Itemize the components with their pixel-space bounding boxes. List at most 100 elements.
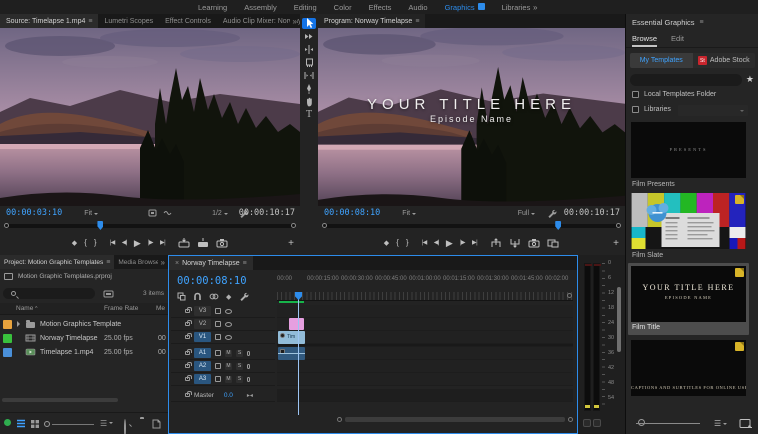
sync-lock-icon[interactable] bbox=[215, 350, 221, 356]
column-frame-rate[interactable]: Frame Rate bbox=[104, 305, 138, 312]
ruler-zoom-handle[interactable] bbox=[567, 293, 572, 298]
fit-track-height-icon[interactable]: ▸◂ bbox=[247, 392, 253, 399]
favorites-star-icon[interactable]: ★ bbox=[746, 74, 754, 85]
track-header-a3[interactable]: A3 M S bbox=[171, 373, 275, 386]
panel-menu-icon[interactable]: ≡ bbox=[415, 18, 419, 25]
lane-v2[interactable] bbox=[277, 318, 573, 331]
voiceover-mic-icon[interactable] bbox=[247, 376, 250, 382]
expand-bin-icon[interactable] bbox=[17, 321, 23, 327]
sort-icon[interactable]: ☰ bbox=[100, 419, 114, 428]
track-header-a2[interactable]: A2 M S bbox=[171, 360, 275, 373]
eg-search-field[interactable] bbox=[630, 74, 742, 142]
mute-button[interactable]: M bbox=[225, 362, 232, 370]
track-output-eye-icon[interactable] bbox=[225, 321, 232, 327]
workspace-tab-color[interactable]: Color bbox=[334, 3, 352, 12]
add-marker-icon[interactable]: ◆ bbox=[226, 293, 231, 301]
go-to-in-button[interactable]: |◀ bbox=[110, 240, 116, 246]
track-target-v1[interactable]: V1 bbox=[194, 332, 211, 342]
sync-lock-icon[interactable] bbox=[215, 321, 221, 327]
go-to-out-button[interactable]: ▶| bbox=[472, 240, 478, 246]
snap-icon[interactable] bbox=[193, 292, 202, 301]
track-target-a2[interactable]: A2 bbox=[194, 361, 211, 371]
install-mogrt-icon[interactable] bbox=[739, 418, 752, 429]
overwrite-button[interactable] bbox=[197, 238, 209, 248]
track-target-v2[interactable]: V2 bbox=[194, 319, 211, 329]
libraries-checkbox[interactable] bbox=[632, 106, 639, 113]
track-header-v1[interactable]: V1 bbox=[171, 331, 275, 344]
pen-tool[interactable] bbox=[302, 83, 316, 94]
settings-wrench-icon[interactable] bbox=[546, 208, 557, 219]
project-breadcrumb[interactable]: Motion Graphic Templates.prproj bbox=[4, 273, 112, 280]
filter-bin-icon[interactable] bbox=[103, 290, 114, 298]
project-row-clip[interactable]: Timelapse 1.mp4 25.00 fps 00 bbox=[0, 345, 168, 359]
scrollbar-zoom-handle-left[interactable] bbox=[337, 417, 342, 422]
tab-sequence-norway-timelapse[interactable]: × Norway Timelapse ≡ bbox=[169, 256, 253, 270]
mark-out-button[interactable]: } bbox=[94, 239, 97, 247]
voiceover-mic-icon[interactable] bbox=[247, 363, 250, 369]
go-to-in-button[interactable]: |◀ bbox=[422, 240, 428, 246]
track-target-v3[interactable]: V3 bbox=[194, 306, 211, 316]
panel-menu-icon[interactable]: ≡ bbox=[243, 260, 247, 267]
new-item-icon[interactable] bbox=[152, 419, 161, 429]
icon-view-button[interactable] bbox=[30, 419, 40, 428]
tab-program-sequence[interactable]: Program: Norway Timelapse ≡ bbox=[318, 14, 426, 28]
lane-v1[interactable] bbox=[277, 331, 573, 344]
active-workspace-menu-icon[interactable] bbox=[477, 2, 485, 10]
track-target-a1[interactable]: A1 bbox=[194, 348, 211, 358]
libraries-dropdown[interactable] bbox=[678, 105, 748, 116]
source-zoom-select[interactable]: Fit bbox=[84, 210, 99, 217]
track-header-v2[interactable]: V2 bbox=[171, 318, 275, 331]
nest-sequences-icon[interactable] bbox=[177, 292, 186, 301]
lane-a3[interactable] bbox=[277, 373, 573, 386]
timeline-settings-icon[interactable] bbox=[238, 291, 249, 302]
razor-tool[interactable] bbox=[302, 57, 316, 68]
lock-icon[interactable] bbox=[185, 349, 192, 355]
program-timecode[interactable]: 00:00:08:10 bbox=[324, 208, 380, 218]
timeline-playhead-line[interactable] bbox=[298, 299, 299, 415]
step-forward-button[interactable]: |▶ bbox=[460, 240, 466, 246]
label-color-chip[interactable] bbox=[3, 319, 12, 329]
track-output-eye-icon[interactable] bbox=[225, 308, 232, 314]
project-row-sequence[interactable]: Norway Timelapse 25.00 fps 00 bbox=[0, 331, 168, 345]
lift-button[interactable] bbox=[490, 238, 502, 248]
item-name[interactable]: Motion Graphics Template bbox=[40, 321, 121, 328]
graphic-clip-film-title[interactable] bbox=[289, 318, 304, 330]
ripple-edit-tool[interactable] bbox=[302, 44, 316, 55]
local-templates-checkbox[interactable] bbox=[632, 91, 639, 98]
solo-button[interactable]: S bbox=[236, 349, 243, 357]
panel-menu-icon[interactable]: ≡ bbox=[88, 18, 92, 25]
go-to-out-button[interactable]: ▶| bbox=[160, 240, 166, 246]
zoom-slider-knob[interactable] bbox=[44, 421, 50, 427]
template-film-title-item-selected[interactable]: YOUR TITLE HERE EPISODE NAME Film Title bbox=[628, 263, 749, 335]
tab-overflow-icon[interactable]: » bbox=[289, 14, 297, 28]
vertical-scrollbar-thumb[interactable] bbox=[617, 287, 621, 352]
master-level-value[interactable]: 0.0 bbox=[224, 392, 233, 399]
program-playhead[interactable] bbox=[555, 221, 562, 230]
template-film-title-thumb[interactable]: YOUR TITLE HERE EPISODE NAME bbox=[631, 266, 746, 322]
comparison-view-button[interactable] bbox=[547, 238, 559, 248]
my-templates-button[interactable]: My Templates bbox=[630, 53, 693, 68]
mark-out-button[interactable]: } bbox=[406, 239, 409, 247]
lock-icon[interactable] bbox=[185, 362, 192, 368]
tab-overflow-icon[interactable]: » bbox=[157, 255, 165, 269]
solo-button[interactable]: S bbox=[236, 375, 243, 383]
export-frame-button[interactable] bbox=[216, 238, 228, 248]
extract-button[interactable] bbox=[509, 238, 521, 248]
label-color-chip[interactable] bbox=[3, 347, 12, 357]
source-video-viewport[interactable] bbox=[0, 28, 300, 206]
sync-lock-icon[interactable] bbox=[215, 334, 221, 340]
find-icon[interactable] bbox=[124, 419, 126, 434]
source-scrubber[interactable] bbox=[4, 220, 296, 231]
template-captions-thumb[interactable]: CAPTIONS AND SUBTITLES FOR ONLINE USE bbox=[631, 340, 746, 396]
panel-menu-icon[interactable]: ≡ bbox=[106, 259, 110, 266]
lane-a2[interactable] bbox=[277, 360, 573, 373]
workspace-tab-graphics[interactable]: Graphics bbox=[445, 2, 485, 12]
lock-icon[interactable] bbox=[185, 307, 192, 313]
track-select-tool[interactable] bbox=[302, 31, 316, 42]
source-playhead[interactable] bbox=[97, 221, 104, 230]
mute-button[interactable]: M bbox=[225, 375, 232, 383]
lock-icon[interactable] bbox=[185, 391, 192, 397]
workspace-tab-assembly[interactable]: Assembly bbox=[244, 3, 277, 12]
tab-project[interactable]: Project: Motion Graphic Templates ≡ bbox=[0, 255, 115, 269]
workspace-overflow-icon[interactable]: » bbox=[533, 3, 537, 12]
